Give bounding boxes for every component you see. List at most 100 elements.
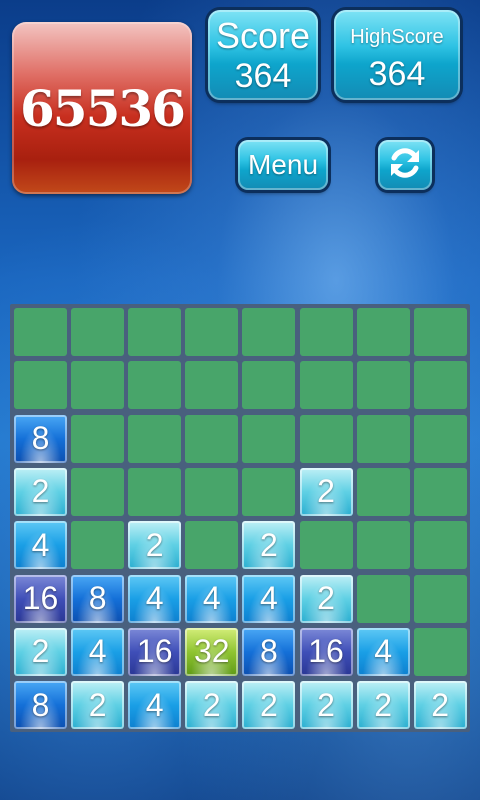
tile-value: 2 (431, 686, 450, 723)
empty-cell (185, 361, 239, 410)
tile-value: 16 (136, 633, 173, 670)
tile: 4 (356, 627, 410, 676)
empty-cell (71, 361, 125, 410)
empty-cell (356, 308, 410, 356)
tile: 8 (242, 627, 296, 676)
tile: 8 (71, 574, 125, 623)
empty-cell (242, 414, 296, 463)
empty-cell (356, 414, 410, 463)
tile-value: 2 (374, 686, 392, 723)
tile-value: 4 (88, 633, 107, 670)
empty-cell (128, 414, 182, 463)
tile: 2 (242, 521, 296, 570)
tile-value: 2 (31, 633, 50, 670)
tile-value: 8 (31, 686, 50, 723)
empty-cell (299, 361, 353, 410)
tile: 4 (242, 574, 296, 623)
empty-cell (185, 308, 239, 356)
tile: 2 (299, 467, 353, 516)
empty-cell (128, 308, 182, 356)
tile: 2 (242, 681, 296, 730)
tile: 2 (14, 627, 67, 676)
empty-cell (185, 521, 239, 570)
empty-cell (413, 627, 467, 676)
tile-value: 8 (88, 580, 107, 616)
empty-cell (299, 414, 353, 463)
empty-cell (14, 308, 67, 356)
empty-cell (356, 521, 410, 570)
tile: 2 (128, 521, 182, 570)
logo-text: 65536 (20, 78, 186, 138)
score-panel: Score 364 (208, 10, 318, 100)
tile-value: 4 (31, 526, 50, 563)
empty-cell (242, 361, 296, 410)
tile-value: 2 (317, 473, 335, 510)
tile-value: 8 (259, 633, 278, 670)
tile: 32 (185, 627, 239, 676)
empty-cell (413, 414, 467, 463)
score-label: Score (215, 15, 311, 56)
empty-cell (299, 521, 353, 570)
tile: 2 (356, 681, 410, 730)
tile-value: 4 (145, 580, 164, 616)
empty-cell (413, 361, 467, 410)
empty-cell (356, 361, 410, 410)
tile-value: 4 (374, 633, 392, 670)
empty-cell (413, 574, 467, 623)
tile: 2 (14, 467, 67, 516)
empty-cell (128, 467, 182, 516)
tile-value: 2 (259, 686, 278, 723)
game-board[interactable]: 8 2 2 4 2 2 16 8 4 4 4 2 2 4 16 32 8 16 4 8 2 4 2 2 2 2 2 (10, 304, 470, 732)
high-score-label: HighScore (350, 26, 444, 48)
refresh-icon (386, 144, 424, 187)
tile: 2 (413, 681, 467, 730)
score-value: 364 (234, 57, 292, 95)
tile: 8 (14, 681, 67, 730)
tile: 2 (299, 574, 353, 623)
restart-button[interactable] (378, 140, 432, 190)
tile-value: 4 (259, 580, 278, 616)
empty-cell (71, 521, 125, 570)
tile: 2 (299, 681, 353, 730)
empty-cell (413, 308, 467, 356)
empty-cell (356, 467, 410, 516)
empty-cell (71, 414, 125, 463)
empty-cell (14, 361, 67, 410)
empty-cell (356, 574, 410, 623)
empty-cell (71, 467, 125, 516)
tile: 2 (185, 681, 239, 730)
tile: 4 (71, 627, 125, 676)
tile-value: 2 (31, 473, 50, 510)
tile-value: 16 (308, 633, 344, 670)
game-logo: 65536 (12, 22, 192, 194)
high-score-panel: HighScore 364 (334, 10, 460, 100)
empty-cell (413, 521, 467, 570)
empty-cell (299, 308, 353, 356)
tile: 8 (14, 414, 67, 463)
menu-button[interactable]: Menu (238, 140, 328, 190)
empty-cell (185, 414, 239, 463)
tile-value: 2 (259, 526, 278, 563)
tile: 16 (128, 627, 182, 676)
tile: 4 (128, 574, 182, 623)
tile-value: 8 (31, 420, 50, 457)
tile: 2 (71, 681, 125, 730)
tile-value: 2 (317, 686, 335, 723)
tile-value: 16 (22, 580, 59, 616)
empty-cell (413, 467, 467, 516)
tile-value: 4 (202, 580, 221, 616)
tile-value: 2 (145, 526, 164, 563)
tile: 4 (185, 574, 239, 623)
tile: 4 (14, 521, 67, 570)
high-score-value: 364 (368, 55, 426, 93)
tile-value: 2 (317, 580, 335, 616)
tile-value: 2 (202, 686, 221, 723)
tile: 16 (299, 627, 353, 676)
empty-cell (242, 308, 296, 356)
tile-value: 32 (194, 633, 230, 670)
empty-cell (71, 308, 125, 356)
tile-value: 4 (145, 686, 164, 723)
tile: 16 (14, 574, 67, 623)
tile-value: 2 (88, 686, 107, 723)
empty-cell (242, 467, 296, 516)
